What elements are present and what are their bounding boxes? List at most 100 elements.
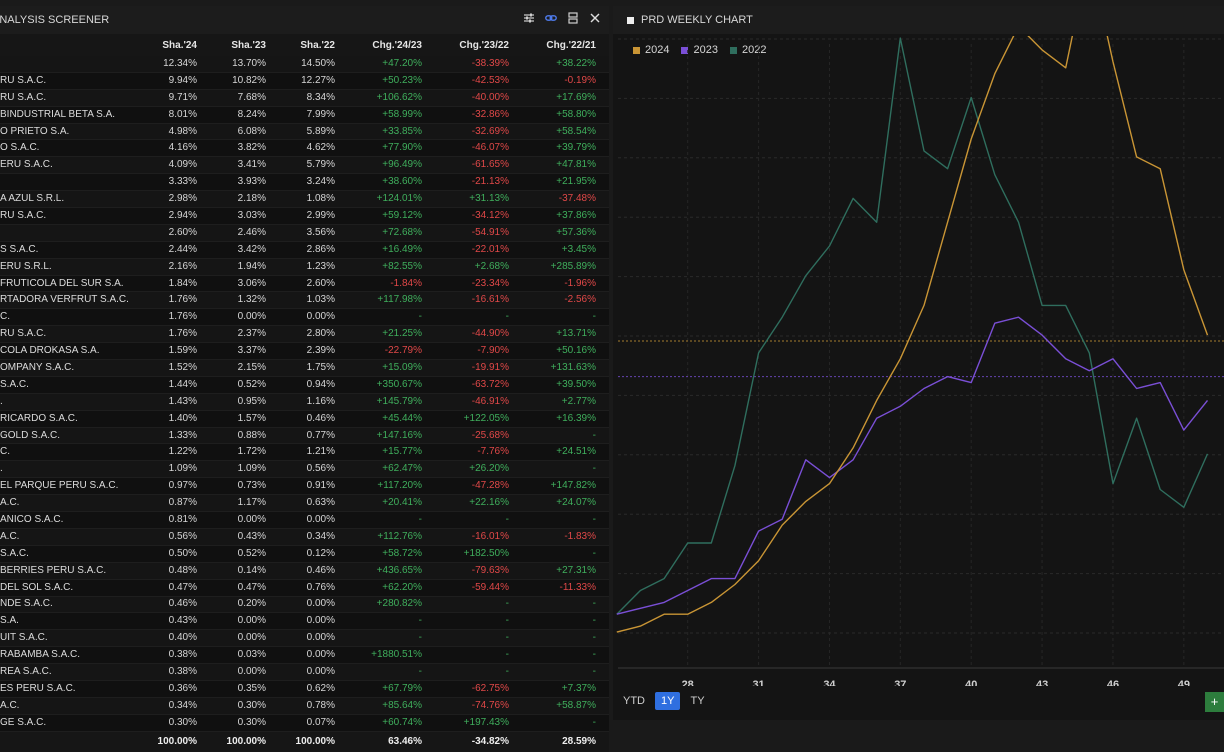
table-row[interactable]: NDE S.A.C. 0.46% 0.20% 0.00% +280.82% - - <box>0 596 609 614</box>
table-row[interactable]: RU S.A.C. 2.94% 3.03% 2.99% +59.12% -34.12% +3… <box>0 207 609 225</box>
change-cell: +39.79% <box>522 139 609 158</box>
table-row[interactable]: . 1.43% 0.95% 1.16% +145.79% -46.91% +2.77% <box>0 393 609 411</box>
table-row[interactable]: S.A. 0.43% 0.00% 0.00% - - - <box>0 612 609 631</box>
x-tick-label: 40 <box>965 679 977 686</box>
table-row[interactable]: RICARDO S.A.C. 1.40% 1.57% 0.46% +45.44% +122… <box>0 410 609 428</box>
table-row[interactable]: REA S.A.C. 0.38% 0.00% 0.00% - - - <box>0 663 609 681</box>
company-name-cell: O PRIETO S.A. <box>0 123 140 141</box>
share-cell: 0.47% <box>210 579 279 597</box>
table-row[interactable]: ES PERU S.A.C. 0.36% 0.35% 0.62% +67.79% -62.… <box>0 680 609 698</box>
change-cell: -79.63% <box>435 562 522 580</box>
x-tick-label: 46 <box>1107 679 1119 686</box>
chart-title-square-icon <box>627 17 634 24</box>
change-cell: - <box>522 511 609 529</box>
share-cell: 0.00% <box>279 629 348 648</box>
column-header[interactable]: Sha.'23 <box>210 34 279 56</box>
table-row[interactable]: O PRIETO S.A. 4.98% 6.08% 5.89% +33.85% -32.6… <box>0 123 609 141</box>
totals-cell: -34.82% <box>435 731 522 752</box>
table-row[interactable]: ANICO S.A.C. 0.81% 0.00% 0.00% - - - <box>0 511 609 529</box>
link-icon[interactable] <box>545 12 557 24</box>
table-row[interactable]: RABAMBA S.A.C. 0.38% 0.03% 0.00% +1880.51% - - <box>0 646 609 665</box>
add-button[interactable]: + <box>1205 692 1224 712</box>
table-row[interactable]: A.C. 0.56% 0.43% 0.34% +112.76% -16.01% -1.83% <box>0 528 609 546</box>
table-row[interactable]: S S.A.C. 2.44% 3.42% 2.86% +16.49% -22.01% +3.… <box>0 241 609 259</box>
share-cell: 2.60% <box>279 275 348 293</box>
share-cell: 14.50% <box>279 56 348 73</box>
table-row[interactable]: . 1.09% 1.09% 0.56% +62.47% +26.20% - <box>0 460 609 479</box>
table-row[interactable]: COLA DROKASA S.A. 1.59% 3.37% 2.39% -22.79% -… <box>0 342 609 361</box>
column-header[interactable]: Chg.'24/23 <box>348 34 435 56</box>
table-row[interactable]: C. 1.76% 0.00% 0.00% - - - <box>0 308 609 327</box>
table-row[interactable]: GOLD S.A.C. 1.33% 0.88% 0.77% +147.16% -25.68… <box>0 427 609 445</box>
share-cell: 2.16% <box>140 258 210 276</box>
change-cell: +112.76% <box>348 528 435 546</box>
share-cell: 1.08% <box>279 190 348 209</box>
share-cell: 10.82% <box>210 72 279 90</box>
share-cell: 0.00% <box>210 308 279 327</box>
share-cell: 0.81% <box>140 511 210 529</box>
change-cell: +33.85% <box>348 123 435 141</box>
range-option[interactable]: TY <box>684 692 710 710</box>
change-cell: +16.39% <box>522 410 609 428</box>
share-cell: 1.09% <box>140 460 210 479</box>
table-row[interactable]: EL PARQUE PERU S.A.C. 0.97% 0.73% 0.91% +117… <box>0 477 609 496</box>
change-cell: -0.19% <box>522 72 609 90</box>
range-option[interactable]: 1Y <box>655 692 681 710</box>
share-cell: 0.12% <box>279 545 348 563</box>
table-row[interactable]: BERRIES PERU S.A.C. 0.48% 0.14% 0.46% +436.6… <box>0 562 609 580</box>
change-cell: -1.96% <box>522 275 609 293</box>
change-cell: +131.63% <box>522 359 609 377</box>
change-cell: +58.80% <box>522 106 609 124</box>
change-cell: +50.16% <box>522 342 609 361</box>
column-header-name[interactable] <box>0 34 140 56</box>
column-header[interactable]: Chg.'22/21 <box>522 34 609 56</box>
share-cell: 0.00% <box>210 629 279 648</box>
table-row[interactable]: ERU S.R.L. 2.16% 1.94% 1.23% +82.55% +2.68% +2… <box>0 258 609 276</box>
filter-settings-icon[interactable] <box>523 12 535 24</box>
table-row[interactable]: 2.60% 2.46% 3.56% +72.68% -54.91% +57.36% <box>0 224 609 242</box>
change-cell: - <box>522 663 609 681</box>
table-row[interactable]: O S.A.C. 4.16% 3.82% 4.62% +77.90% -46.07% +39… <box>0 139 609 158</box>
table-row[interactable]: RU S.A.C. 1.76% 2.37% 2.80% +21.25% -44.90% +1… <box>0 325 609 344</box>
chart-title: PRD WEEKLY CHART <box>641 14 753 26</box>
table-row[interactable]: ERU S.A.C. 4.09% 3.41% 5.79% +96.49% -61.65% +… <box>0 156 609 175</box>
table-row[interactable]: UIT S.A.C. 0.40% 0.00% 0.00% - - - <box>0 629 609 648</box>
column-header[interactable]: Sha.'24 <box>140 34 210 56</box>
table-row[interactable]: S.A.C. 1.44% 0.52% 0.94% +350.67% -63.72% +39.… <box>0 376 609 394</box>
range-option[interactable]: YTD <box>617 692 651 710</box>
table-row[interactable]: C. 1.22% 1.72% 1.21% +15.77% -7.76% +24.51% <box>0 443 609 462</box>
share-cell: 4.62% <box>279 139 348 158</box>
change-cell: +58.99% <box>348 106 435 124</box>
table-row[interactable]: RTADORA VERFRUT S.A.C. 1.76% 1.32% 1.03% +11… <box>0 291 609 310</box>
share-cell: 3.06% <box>210 275 279 293</box>
share-cell: 1.09% <box>210 460 279 479</box>
table-row[interactable]: A.C. 0.87% 1.17% 0.63% +20.41% +22.16% +24.07% <box>0 494 609 513</box>
share-cell: 4.09% <box>140 156 210 175</box>
table-row[interactable]: GE S.A.C. 0.30% 0.30% 0.07% +60.74% +197.43% - <box>0 714 609 732</box>
totals-cell: 63.46% <box>348 731 435 752</box>
share-cell: 1.43% <box>140 393 210 411</box>
table-row[interactable]: 12.34% 13.70% 14.50% +47.20% -38.39% +38.22% <box>0 56 609 73</box>
table-row[interactable]: BINDUSTRIAL BETA S.A. 8.01% 8.24% 7.99% +58.… <box>0 106 609 124</box>
company-name-cell: A.C. <box>0 494 140 513</box>
table-row[interactable]: RU S.A.C. 9.71% 7.68% 8.34% +106.62% -40.00% +… <box>0 89 609 107</box>
company-name-cell: UIT S.A.C. <box>0 629 140 648</box>
table-row[interactable]: S.A.C. 0.50% 0.52% 0.12% +58.72% +182.50% - <box>0 545 609 563</box>
share-cell: 0.14% <box>210 562 279 580</box>
column-header[interactable]: Chg.'23/22 <box>435 34 522 56</box>
table-row[interactable]: RU S.A.C. 9.94% 10.82% 12.27% +50.23% -42.53%… <box>0 72 609 90</box>
close-icon[interactable] <box>589 12 601 24</box>
table-row[interactable]: OMPANY S.A.C. 1.52% 2.15% 1.75% +15.09% -19.9… <box>0 359 609 377</box>
table-row[interactable]: A AZUL S.R.L. 2.98% 2.18% 1.08% +124.01% +31.… <box>0 190 609 209</box>
table-row[interactable]: FRUTICOLA DEL SUR S.A. 1.84% 3.06% 2.60% -1.… <box>0 275 609 293</box>
share-cell: 2.94% <box>140 207 210 225</box>
share-cell: 0.00% <box>279 308 348 327</box>
table-row[interactable]: 3.33% 3.93% 3.24% +38.60% -21.13% +21.95% <box>0 173 609 192</box>
layout-split-icon[interactable] <box>567 12 579 24</box>
table-row[interactable]: A.C. 0.34% 0.30% 0.78% +85.64% -74.76% +58.87% <box>0 697 609 715</box>
table-row[interactable]: DEL SOL S.A.C. 0.47% 0.47% 0.76% +62.20% -59.… <box>0 579 609 597</box>
column-header[interactable]: Sha.'22 <box>279 34 348 56</box>
change-cell: -32.69% <box>435 123 522 141</box>
change-cell: - <box>522 596 609 614</box>
change-cell: - <box>348 308 435 327</box>
